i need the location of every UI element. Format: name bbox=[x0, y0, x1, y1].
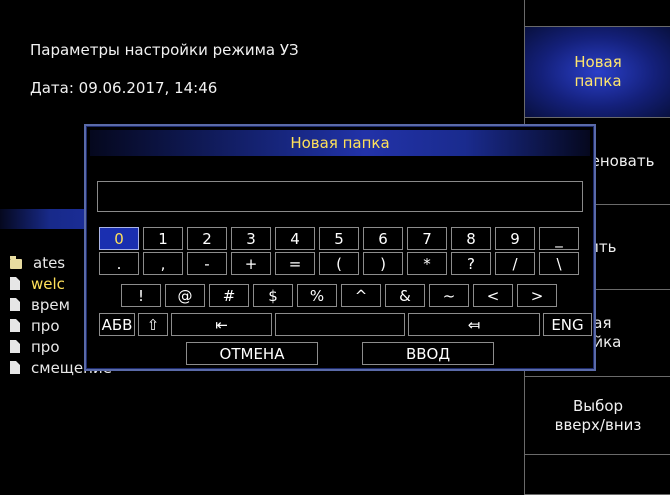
folder-name-input[interactable] bbox=[97, 181, 583, 212]
key-symbol[interactable]: ( bbox=[319, 252, 359, 275]
key-space[interactable] bbox=[275, 313, 405, 336]
key-digit[interactable]: 2 bbox=[187, 227, 227, 250]
key-symbol[interactable]: @ bbox=[165, 284, 205, 307]
file-icon bbox=[10, 361, 20, 374]
side-menu-label: Выбор вверх/вниз bbox=[554, 396, 642, 434]
file-icon bbox=[10, 319, 20, 332]
key-symbol[interactable]: = bbox=[275, 252, 315, 275]
key-symbol[interactable]: / bbox=[495, 252, 535, 275]
key-symbol[interactable]: > bbox=[517, 284, 557, 307]
key-symbol[interactable]: * bbox=[407, 252, 447, 275]
side-menu-button[interactable]: Выбор вверх/вниз bbox=[525, 377, 670, 455]
mode-title: Параметры настройки режима УЗ bbox=[30, 41, 299, 59]
key-symbol[interactable]: ! bbox=[121, 284, 161, 307]
side-menu-label: Новая папка bbox=[574, 53, 622, 90]
file-name: ates bbox=[33, 253, 66, 272]
key-digit[interactable]: 3 bbox=[231, 227, 271, 250]
key-layout-abv[interactable]: АБВ bbox=[99, 313, 135, 336]
key-symbol[interactable]: \ bbox=[539, 252, 579, 275]
key-digit[interactable]: 6 bbox=[363, 227, 403, 250]
side-menu-button[interactable]: Новая папка bbox=[525, 27, 670, 118]
file-name: про bbox=[31, 337, 60, 356]
file-name: врем bbox=[31, 295, 70, 314]
key-symbol[interactable]: # bbox=[209, 284, 249, 307]
file-name: welc bbox=[31, 274, 65, 293]
list-header-band bbox=[0, 209, 84, 229]
side-menu-button[interactable] bbox=[525, 455, 670, 495]
folder-icon bbox=[10, 255, 22, 269]
key-symbol[interactable]: $ bbox=[253, 284, 293, 307]
key-underscore[interactable]: _ bbox=[539, 227, 579, 250]
file-name: про bbox=[31, 316, 60, 335]
file-icon bbox=[10, 277, 20, 290]
key-symbol[interactable]: . bbox=[99, 252, 139, 275]
key-symbol[interactable]: , bbox=[143, 252, 183, 275]
key-shift[interactable]: ⇧ bbox=[138, 313, 168, 336]
key-symbol[interactable]: ~ bbox=[429, 284, 469, 307]
dialog-title: Новая папка bbox=[90, 130, 590, 156]
key-backspace[interactable]: ⤆ bbox=[408, 313, 540, 336]
cancel-button[interactable]: ОТМЕНА bbox=[186, 342, 318, 365]
date-line: Дата: 09.06.2017, 14:46 bbox=[30, 79, 218, 97]
file-icon bbox=[10, 298, 20, 311]
key-symbol[interactable]: < bbox=[473, 284, 513, 307]
key-lang-eng[interactable]: ENG bbox=[543, 313, 592, 336]
key-digit[interactable]: 9 bbox=[495, 227, 535, 250]
key-symbol[interactable]: ) bbox=[363, 252, 403, 275]
key-digit[interactable]: 0 bbox=[99, 227, 139, 250]
file-icon bbox=[10, 340, 20, 353]
key-symbol[interactable]: - bbox=[187, 252, 227, 275]
key-symbol[interactable]: & bbox=[385, 284, 425, 307]
key-symbol[interactable]: ^ bbox=[341, 284, 381, 307]
key-tab[interactable]: ⇤ bbox=[171, 313, 272, 336]
new-folder-keyboard-dialog: Новая папка 0 1 2 3 4 5 6 7 8 9 _., - + =() *? / \! @ # $% ^… bbox=[84, 124, 596, 371]
enter-button[interactable]: ВВОД bbox=[362, 342, 494, 365]
key-symbol[interactable]: % bbox=[297, 284, 337, 307]
side-menu-button[interactable] bbox=[525, 0, 670, 27]
key-digit[interactable]: 7 bbox=[407, 227, 447, 250]
key-digit[interactable]: 1 bbox=[143, 227, 183, 250]
key-digit[interactable]: 5 bbox=[319, 227, 359, 250]
key-digit[interactable]: 8 bbox=[451, 227, 491, 250]
key-symbol[interactable]: ? bbox=[451, 252, 491, 275]
key-digit[interactable]: 4 bbox=[275, 227, 315, 250]
key-symbol[interactable]: + bbox=[231, 252, 271, 275]
